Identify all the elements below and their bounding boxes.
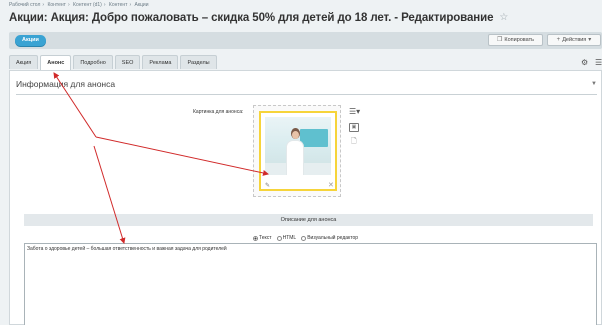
more-actions-button[interactable]: + Действия ▾: [547, 34, 601, 46]
tab-sections[interactable]: Разделы: [180, 55, 217, 69]
section-title: Информация для анонса: [16, 79, 116, 89]
image-library-icon[interactable]: ▣: [349, 123, 359, 132]
radio-icon: [301, 235, 307, 241]
tab-action[interactable]: Акция: [9, 55, 39, 69]
breadcrumb-item[interactable]: Контент (d1): [73, 2, 102, 8]
breadcrumb-item[interactable]: Контент: [109, 2, 128, 8]
doctor-image: [265, 117, 331, 175]
description-textarea[interactable]: Забота о здоровье детей – большая ответс…: [24, 243, 597, 325]
description-mode-group: Текст HTML Визуальный редактор: [253, 235, 358, 241]
breadcrumb: Рабочий стол › Контент › Контент (d1) › Кон…: [9, 2, 149, 8]
menu-icon[interactable]: ☰: [595, 58, 602, 67]
mode-html-label: HTML: [282, 235, 297, 241]
description-header: Описание для анонса: [24, 214, 593, 226]
mode-text-label: Текст: [259, 235, 272, 241]
section-divider: [16, 94, 597, 95]
breadcrumb-item[interactable]: Акции: [135, 2, 149, 8]
copy-button-label: Копировать: [504, 37, 534, 43]
breadcrumb-item[interactable]: Рабочий стол: [9, 2, 40, 8]
tab-seo[interactable]: SEO: [114, 55, 141, 69]
file-icon[interactable]: 🗋: [351, 137, 357, 148]
close-icon[interactable]: ✕: [328, 181, 334, 189]
mode-visual-label: Визуальный редактор: [307, 235, 359, 241]
list-menu-icon[interactable]: ☰▾: [349, 107, 360, 116]
mode-html-radio[interactable]: HTML: [276, 235, 297, 241]
picture-dropzone[interactable]: ✎ ✕: [253, 105, 341, 197]
tab-details[interactable]: Подробно: [73, 55, 113, 69]
toolbar: Акции ❐ Копировать + Действия ▾: [9, 32, 602, 49]
actions-button[interactable]: Акции: [15, 35, 46, 46]
plus-icon: +: [556, 37, 561, 43]
collapse-icon[interactable]: ▼: [591, 81, 597, 87]
mode-text-radio[interactable]: Текст: [253, 235, 272, 241]
title-row: Акции: Акция: Добро пожаловать – скидка …: [9, 12, 508, 24]
radio-icon: [276, 235, 282, 241]
copy-button[interactable]: ❐ Копировать: [488, 34, 543, 46]
gear-icon[interactable]: ⚙: [581, 58, 588, 67]
copy-icon: ❐: [496, 37, 503, 43]
mode-visual-radio[interactable]: Визуальный редактор: [301, 235, 358, 241]
more-actions-label: Действия: [562, 37, 587, 43]
tab-announce[interactable]: Анонс: [40, 55, 72, 70]
picture-label: Картинка для анонса:: [193, 109, 244, 115]
chevron-down-icon: ▾: [588, 37, 592, 43]
pencil-icon[interactable]: ✎: [265, 182, 270, 189]
admin-edit-page: Рабочий стол › Контент › Контент (d1) › Кон…: [0, 0, 602, 325]
radio-selected-icon: [253, 235, 258, 241]
star-icon[interactable]: ☆: [499, 13, 508, 23]
picture-preview[interactable]: ✎ ✕: [259, 111, 337, 191]
page-title: Акции: Акция: Добро пожаловать – скидка …: [9, 12, 494, 24]
tab-ads[interactable]: Реклама: [142, 55, 179, 69]
announce-panel: Информация для анонса ▼ Картинка для ано…: [9, 70, 602, 325]
breadcrumb-item[interactable]: Контент: [47, 2, 66, 8]
tab-bar: Акция Анонс Подробно SEO Реклама Разделы: [9, 55, 219, 70]
